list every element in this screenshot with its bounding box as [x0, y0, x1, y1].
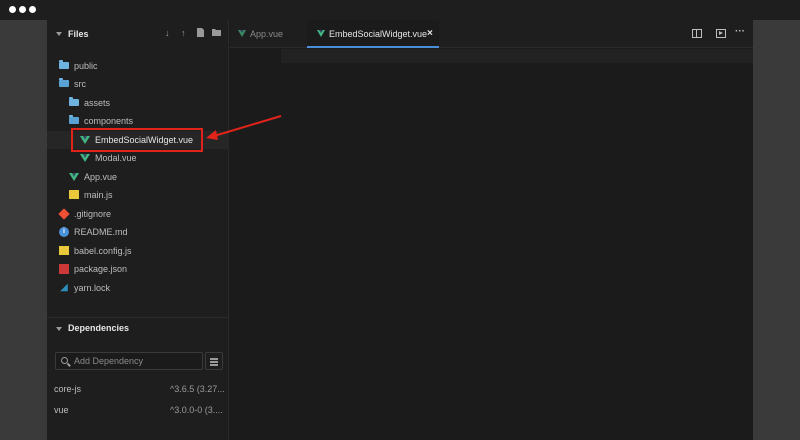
tree-item-label: assets — [84, 98, 111, 108]
arrow-down-icon[interactable]: ↓ — [165, 28, 170, 38]
close-icon[interactable]: × — [427, 28, 433, 39]
vue-icon — [80, 154, 90, 162]
tree-item-gitignore[interactable]: .gitignore — [47, 205, 229, 223]
tab-app-vue[interactable]: App.vue — [230, 20, 306, 48]
vue-icon — [69, 173, 79, 181]
tree-item-label: components — [84, 116, 134, 126]
panel-divider — [47, 317, 229, 318]
file-sidebar: Files ↓ ↑ public src assets components E… — [47, 20, 229, 440]
folder-icon — [59, 60, 69, 69]
dependencies-panel-title: Dependencies — [68, 323, 130, 333]
menu-line — [210, 364, 218, 366]
dependency-row[interactable]: core-js ^3.6.5 (3.27... — [47, 381, 229, 397]
js-icon — [69, 190, 79, 199]
tree-item-yarn-lock[interactable]: ◢ yarn.lock — [47, 279, 229, 297]
add-dependency-field[interactable] — [55, 352, 203, 370]
yarn-icon: ◢ — [60, 282, 68, 293]
folder-open-icon — [69, 115, 79, 124]
files-panel-header[interactable]: Files ↓ ↑ — [47, 20, 229, 48]
dependency-row[interactable]: vue ^3.0.0-0 (3.... — [47, 402, 229, 418]
tab-label: EmbedSocialWidget.vue — [329, 29, 428, 39]
background-margin-right — [753, 20, 800, 440]
background-margin-left — [0, 20, 47, 440]
dependency-version: ^3.6.5 (3.27... — [170, 384, 225, 394]
tree-item-label: main.js — [84, 190, 113, 200]
git-icon — [58, 208, 70, 220]
package-icon — [59, 264, 69, 274]
tree-item-label: .gitignore — [74, 209, 112, 219]
tree-item-package-json[interactable]: package.json — [47, 260, 229, 278]
tab-embedsocialwidget-vue[interactable]: EmbedSocialWidget.vue × — [307, 20, 439, 48]
dependency-name: core-js — [54, 384, 82, 394]
tree-item-label: src — [74, 79, 86, 89]
window-titlebar — [0, 0, 800, 20]
arrow-up-icon[interactable]: ↑ — [181, 28, 186, 38]
dependency-name: vue — [54, 405, 69, 415]
split-view-icon[interactable] — [692, 29, 702, 38]
tree-item-app[interactable]: App.vue — [47, 168, 229, 186]
folder-icon — [69, 97, 79, 106]
dependency-menu-button[interactable] — [205, 352, 223, 370]
tree-item-label: App.vue — [84, 172, 118, 182]
js-icon — [59, 246, 69, 255]
tree-item-label: package.json — [74, 264, 128, 274]
tree-item-label: Modal.vue — [95, 153, 137, 163]
search-icon — [61, 357, 68, 364]
new-file-icon[interactable] — [197, 28, 204, 39]
collapse-caret-icon[interactable] — [56, 327, 62, 331]
vue-icon — [238, 30, 246, 37]
dependency-version: ^3.0.0-0 (3.... — [170, 405, 223, 415]
ide-window: Files ↓ ↑ public src assets components E… — [47, 20, 753, 440]
new-folder-icon[interactable] — [212, 28, 221, 38]
tree-item-main-js[interactable]: main.js — [47, 186, 229, 204]
tree-item-label: babel.config.js — [74, 246, 132, 256]
folder-open-icon — [59, 78, 69, 87]
code-editor[interactable] — [230, 49, 753, 440]
collapse-caret-icon[interactable] — [56, 32, 62, 36]
current-line-highlight — [281, 49, 753, 63]
preview-icon[interactable] — [716, 29, 726, 38]
add-dependency-input[interactable] — [74, 355, 194, 367]
files-panel-title: Files — [68, 29, 89, 39]
tree-item-assets[interactable]: assets — [47, 94, 229, 112]
tree-item-label: public — [74, 61, 98, 71]
tab-label: App.vue — [250, 29, 284, 39]
tree-item-label: yarn.lock — [74, 283, 111, 293]
tree-item-label: README.md — [74, 227, 128, 237]
tree-item-src[interactable]: src — [47, 75, 229, 93]
window-dot-icon[interactable] — [29, 6, 36, 13]
window-dot-icon[interactable] — [9, 6, 16, 13]
menu-line — [210, 358, 218, 360]
info-icon: i — [59, 227, 69, 237]
more-icon[interactable]: ··· — [735, 27, 745, 37]
highlight-annotation-box — [71, 128, 203, 152]
menu-line — [210, 361, 218, 363]
tree-item-public[interactable]: public — [47, 57, 229, 75]
editor-tab-bar: App.vue EmbedSocialWidget.vue × ··· — [230, 20, 753, 48]
tree-item-readme[interactable]: i README.md — [47, 223, 229, 241]
vue-icon — [317, 30, 325, 37]
window-dot-icon[interactable] — [19, 6, 26, 13]
tree-item-babel-config[interactable]: babel.config.js — [47, 242, 229, 260]
